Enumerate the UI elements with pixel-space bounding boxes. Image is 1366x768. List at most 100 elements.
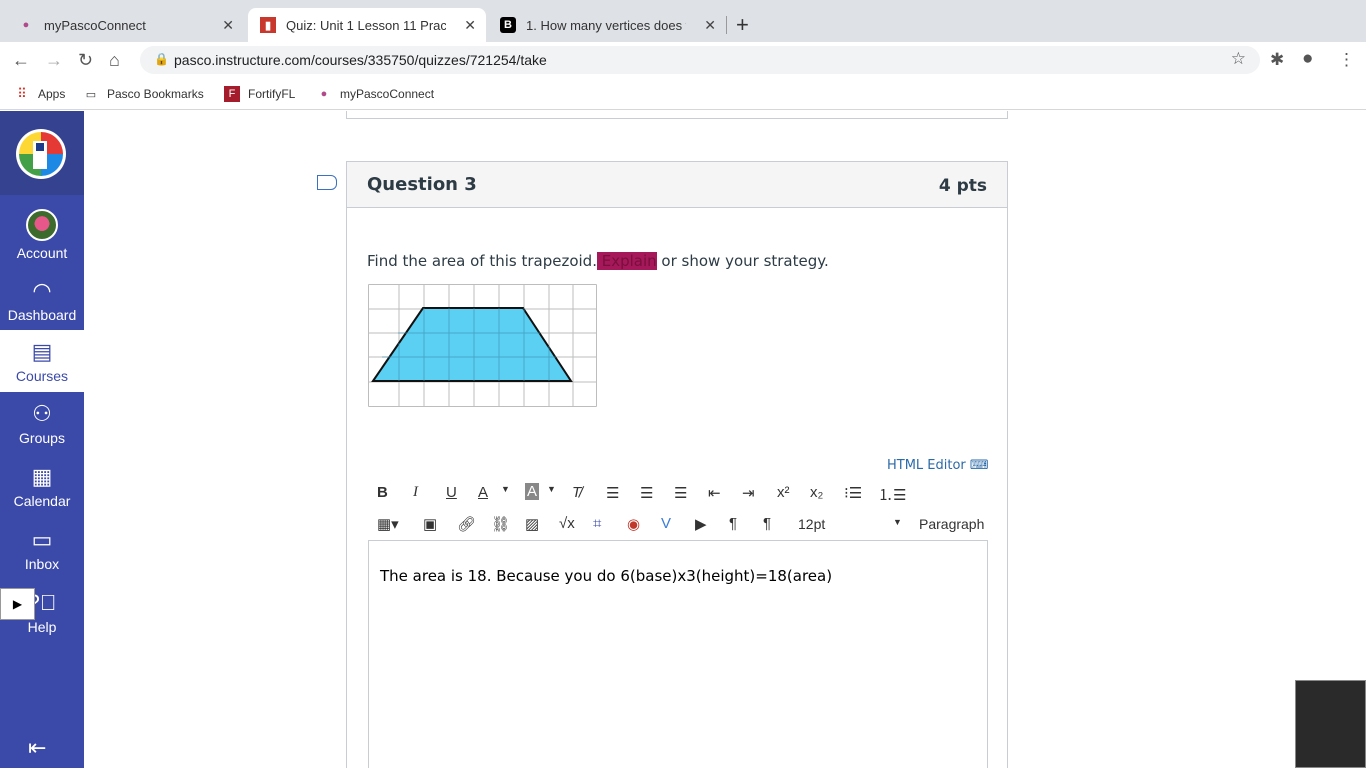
nav-label: Courses bbox=[15, 368, 69, 384]
apps-icon[interactable]: ◉ bbox=[627, 515, 640, 533]
question-text: Find the area of this trapezoid. Explain… bbox=[367, 252, 829, 270]
previous-question-box bbox=[346, 111, 1008, 119]
numbered-list-icon[interactable]: ⒈☰ bbox=[878, 484, 906, 505]
link-icon[interactable]: 🔗︎ bbox=[457, 515, 476, 533]
table-icon[interactable]: ▦▾ bbox=[377, 515, 399, 533]
v-tool-icon[interactable]: V bbox=[661, 515, 671, 532]
bookmark-mypascoconnect[interactable]: ● myPascoConnect bbox=[316, 86, 434, 102]
nav-groups[interactable]: ⚇ Groups bbox=[0, 392, 84, 454]
align-right-icon[interactable]: ☰ bbox=[674, 484, 687, 502]
tab-separator bbox=[726, 16, 727, 34]
text-color-icon[interactable]: A bbox=[478, 484, 488, 501]
background-color-icon[interactable]: A bbox=[525, 483, 540, 500]
dashboard-icon: ◠ bbox=[32, 278, 52, 303]
video-icon[interactable]: ▶ bbox=[695, 515, 707, 533]
nav-calendar[interactable]: ▦ Calendar bbox=[0, 455, 84, 517]
image-icon[interactable]: ▨ bbox=[525, 515, 539, 533]
tab-title: 1. How many vertices does this bbox=[526, 17, 686, 33]
superscript-icon[interactable]: x² bbox=[777, 484, 790, 501]
inbox-icon: ▭ bbox=[31, 527, 53, 552]
courses-icon: ▤ bbox=[31, 339, 53, 364]
underline-icon[interactable]: U bbox=[446, 484, 457, 501]
bookmark-star-icon[interactable]: ☆ bbox=[1231, 49, 1246, 69]
align-center-icon[interactable]: ☰ bbox=[640, 484, 653, 502]
chevron-down-icon[interactable]: ▼ bbox=[501, 484, 510, 494]
menu-icon[interactable]: ⋮ bbox=[1338, 50, 1355, 70]
media-icon[interactable]: ▣ bbox=[423, 515, 437, 533]
rtl-icon[interactable]: ¶ bbox=[763, 515, 771, 532]
nav-account[interactable]: Account bbox=[0, 201, 84, 265]
bookmark-pasco-bookmarks[interactable]: ▭ Pasco Bookmarks bbox=[83, 86, 204, 102]
back-icon[interactable]: ← bbox=[12, 50, 30, 71]
tab-title: Quiz: Unit 1 Lesson 11 Practice bbox=[286, 17, 446, 33]
tab-quiz[interactable]: ▮ Quiz: Unit 1 Lesson 11 Practice ✕ bbox=[248, 8, 486, 42]
forward-icon[interactable]: → bbox=[45, 50, 63, 71]
bold-icon[interactable]: B bbox=[377, 484, 388, 501]
close-icon[interactable]: ✕ bbox=[464, 17, 476, 34]
new-tab-icon[interactable]: + bbox=[736, 12, 749, 38]
overlay-window bbox=[1295, 680, 1366, 768]
chevron-down-icon[interactable]: ▼ bbox=[547, 484, 556, 494]
close-icon[interactable]: ✕ bbox=[704, 17, 716, 34]
play-icon[interactable]: ▶ bbox=[0, 588, 35, 620]
answer-text[interactable]: The area is 18. Because you do 6(base)x3… bbox=[380, 567, 832, 585]
logo-area[interactable] bbox=[0, 111, 84, 195]
chevron-down-icon[interactable]: ▼ bbox=[893, 517, 902, 527]
trapezoid-shape bbox=[371, 307, 573, 382]
question-3: Question 3 4 pts Find the area of this t… bbox=[346, 161, 1008, 768]
bookmark-label: Apps bbox=[38, 87, 66, 101]
tab-brainly[interactable]: B 1. How many vertices does this ✕ bbox=[488, 8, 726, 42]
indent-icon[interactable]: ⇥ bbox=[742, 484, 755, 502]
bookmark-apps[interactable]: ⠿ Apps bbox=[14, 86, 65, 102]
subscript-icon[interactable]: x₂ bbox=[810, 484, 823, 501]
font-size-select[interactable]: 12pt bbox=[798, 516, 825, 532]
keyboard-icon: ⌨ bbox=[969, 458, 989, 473]
apps-grid-icon: ⠿ bbox=[17, 86, 27, 101]
bookmark-label: myPascoConnect bbox=[340, 87, 435, 101]
question-text-part: Find the area of this trapezoid. bbox=[367, 252, 597, 270]
outdent-icon[interactable]: ⇤ bbox=[708, 484, 721, 502]
bookmark-label: Pasco Bookmarks bbox=[107, 87, 204, 101]
unlink-icon[interactable]: ⛓ bbox=[491, 515, 510, 533]
italic-icon[interactable]: I bbox=[413, 484, 418, 501]
brainly-icon: B bbox=[500, 17, 516, 33]
nav-label: Account bbox=[16, 245, 68, 261]
question-title: Question 3 bbox=[367, 174, 477, 195]
url-text: pasco.instructure.com/courses/335750/qui… bbox=[174, 52, 547, 68]
highlighted-word: Explain bbox=[596, 252, 657, 270]
equation-icon[interactable]: √x bbox=[559, 515, 575, 532]
profile-icon[interactable]: ● bbox=[1302, 48, 1313, 70]
nav-label: Inbox bbox=[24, 556, 60, 572]
bookmark-fortifyfl[interactable]: F FortifyFL bbox=[224, 86, 295, 102]
align-left-icon[interactable]: ☰ bbox=[606, 484, 619, 502]
nav-dashboard[interactable]: ◠ Dashboard bbox=[0, 269, 84, 331]
nav-courses[interactable]: ▤ Courses bbox=[0, 330, 84, 392]
home-icon[interactable]: ⌂ bbox=[109, 50, 120, 71]
reload-icon[interactable]: ↻ bbox=[78, 50, 93, 71]
extensions-icon[interactable]: ✱ bbox=[1270, 50, 1284, 70]
browser-toolbar: ← → ↻ ⌂ 🔒 pasco.instructure.com/courses/… bbox=[0, 42, 1366, 78]
pascoconnect-icon: ● bbox=[22, 19, 30, 31]
global-navigation: Account ◠ Dashboard ▤ Courses ⚇ Groups ▦… bbox=[0, 111, 84, 768]
question-points: 4 pts bbox=[938, 176, 987, 196]
question-header: Question 3 4 pts bbox=[347, 162, 1007, 208]
tab-mypascoconnect[interactable]: ● myPascoConnect ✕ bbox=[6, 8, 244, 42]
nav-label: Help bbox=[27, 619, 57, 635]
html-editor-label: HTML Editor bbox=[887, 458, 966, 473]
graph-icon[interactable]: ⌗ bbox=[593, 515, 601, 532]
avatar bbox=[26, 209, 58, 241]
bullet-list-icon[interactable]: ⁝☰ bbox=[844, 484, 862, 502]
ltr-icon[interactable]: ¶ bbox=[729, 515, 737, 532]
flag-question-icon[interactable] bbox=[317, 175, 337, 190]
close-icon[interactable]: ✕ bbox=[222, 17, 234, 34]
block-format-select[interactable]: Paragraph bbox=[919, 516, 984, 532]
html-editor-toggle[interactable]: HTML Editor ⌨ bbox=[887, 458, 989, 473]
address-bar[interactable]: 🔒 pasco.instructure.com/courses/335750/q… bbox=[140, 46, 1260, 74]
bookmarks-bar: ⠿ Apps ▭ Pasco Bookmarks F FortifyFL ● m… bbox=[0, 78, 1366, 110]
folder-icon: ▭ bbox=[85, 88, 97, 101]
nav-inbox[interactable]: ▭ Inbox bbox=[0, 518, 84, 580]
answer-editor[interactable]: The area is 18. Because you do 6(base)x3… bbox=[368, 540, 988, 768]
collapse-nav-icon[interactable]: ⇤ bbox=[28, 735, 46, 761]
trapezoid-grid-figure bbox=[368, 284, 597, 407]
clear-formatting-icon[interactable]: T̸ bbox=[572, 484, 581, 501]
